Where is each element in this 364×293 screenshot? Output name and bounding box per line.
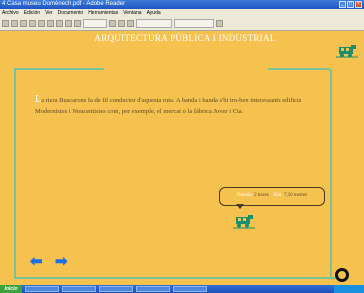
route-info-callout: Durada: 2 hores Km: 7,30 metres — [219, 187, 325, 206]
duration-label: Durada: — [236, 193, 253, 198]
page-title: ARQUITECTURA PÚBLICA I INDUSTRIAL — [90, 33, 280, 43]
window-title: 4 Casa museu Domènech.pdf - Adobe Reader — [2, 1, 126, 7]
maximize-button[interactable]: □ — [347, 1, 354, 8]
search-icon[interactable] — [29, 20, 36, 27]
taskbar-item[interactable] — [99, 286, 133, 292]
intro-paragraph: La riera Buscarons fa de fil conductor d… — [35, 94, 327, 117]
back-arrow-icon[interactable]: ⬅ — [30, 254, 43, 269]
zoom-in-icon[interactable] — [74, 20, 81, 27]
zoom-field[interactable] — [83, 19, 107, 28]
menu-archivo[interactable]: Archivo — [2, 9, 19, 17]
select-tool-icon[interactable] — [47, 20, 54, 27]
ring-icon[interactable] — [335, 268, 349, 282]
toolbar — [0, 17, 364, 31]
taskbar: Inicio — [0, 285, 364, 293]
hand-tool-icon[interactable] — [38, 20, 45, 27]
length-label: Km: — [273, 193, 283, 198]
right-rule — [330, 69, 332, 277]
taskbar-item[interactable] — [62, 286, 96, 292]
window-titlebar: 4 Casa museu Domènech.pdf - Adobe Reader… — [0, 0, 364, 9]
duration-value: 2 hores — [254, 193, 269, 198]
close-button[interactable]: × — [355, 1, 362, 8]
zoom-out-icon[interactable] — [65, 20, 72, 27]
paragraph-text: a riera Buscarons fa de fil conductor d'… — [35, 96, 302, 115]
snapshot-icon[interactable] — [56, 20, 63, 27]
top-rule-left — [14, 68, 104, 70]
search-web-field[interactable] — [174, 19, 214, 28]
menu-ventana[interactable]: Ventana — [123, 9, 141, 17]
menu-documento[interactable]: Documento — [58, 9, 84, 17]
menu-ver[interactable]: Ver — [45, 9, 53, 17]
menubar: Archivo Edición Ver Documento Herramient… — [0, 9, 364, 17]
menu-edicion[interactable]: Edición — [24, 9, 40, 17]
left-rule — [14, 68, 16, 278]
menu-herramientas[interactable]: Herramientas — [88, 9, 118, 17]
system-tray — [334, 285, 364, 293]
tram-icon — [336, 45, 358, 58]
minimize-button[interactable]: _ — [339, 1, 346, 8]
bottom-rule — [14, 277, 336, 279]
tram-icon — [233, 215, 255, 229]
taskbar-item[interactable] — [25, 286, 59, 292]
taskbar-item[interactable] — [173, 286, 207, 292]
fit-width-icon[interactable] — [118, 20, 125, 27]
document-page — [0, 31, 364, 285]
fit-page-icon[interactable] — [109, 20, 116, 27]
forward-arrow-icon[interactable]: ➡ — [55, 254, 68, 269]
menu-ayuda[interactable]: Ayuda — [147, 9, 161, 17]
top-rule-right — [268, 68, 330, 70]
start-button[interactable]: Inicio — [0, 285, 22, 293]
email-icon[interactable] — [20, 20, 27, 27]
save-icon[interactable] — [2, 20, 9, 27]
length-value: 7,30 metres — [283, 193, 308, 198]
print-icon[interactable] — [11, 20, 18, 27]
rotate-icon[interactable] — [127, 20, 134, 27]
window-controls: _ □ × — [339, 1, 362, 8]
help-icon[interactable] — [216, 20, 223, 27]
taskbar-item[interactable] — [136, 286, 170, 292]
find-field[interactable] — [136, 19, 172, 28]
callout-tail — [236, 204, 244, 209]
